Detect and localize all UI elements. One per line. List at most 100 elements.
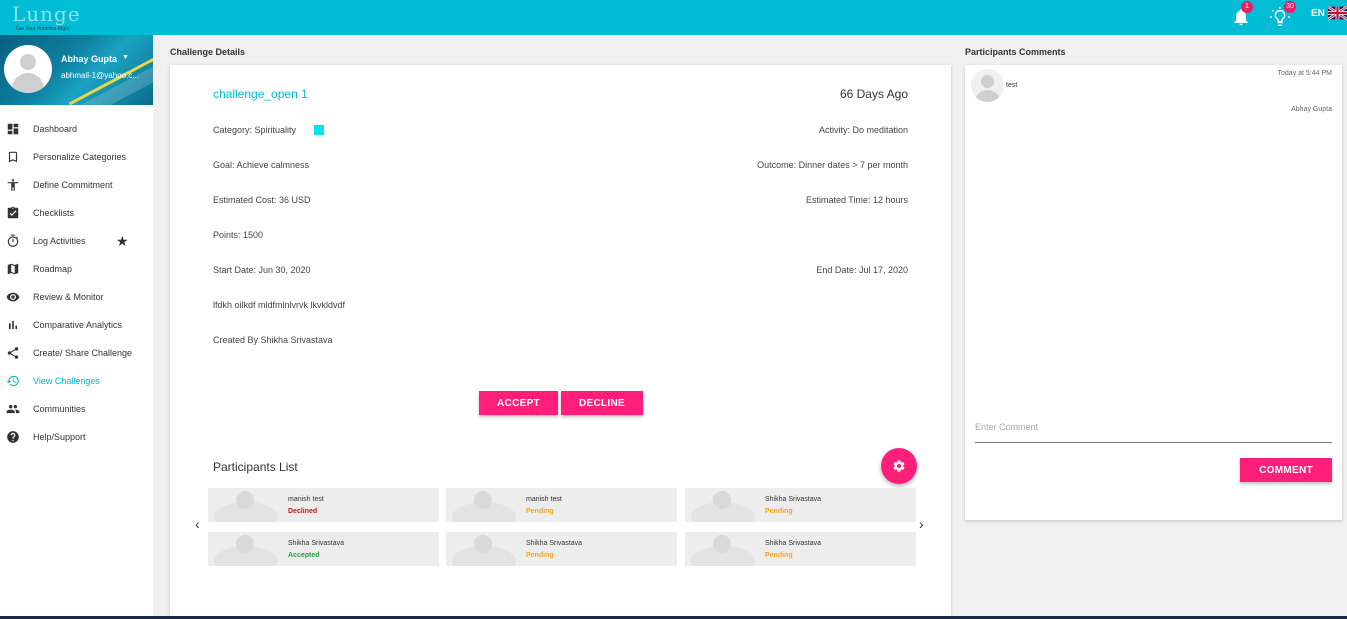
sidebar: Abhay Gupta ▼ abhmail-1@yahoo.c... Dashb…: [0, 35, 153, 619]
user-name[interactable]: Abhay Gupta: [61, 54, 117, 64]
sidebar-item-roadmap[interactable]: Roadmap: [0, 259, 153, 281]
sidebar-item-personalize-categories[interactable]: Personalize Categories: [0, 147, 153, 169]
sidebar-item-help-support[interactable]: Help/Support: [0, 427, 153, 449]
clipboard-check-icon: [7, 206, 19, 219]
participants-comments-heading: Participants Comments: [965, 47, 1066, 57]
participant-card[interactable]: Shikha Srivastava Accepted: [208, 532, 439, 566]
sidebar-item-comparative-analytics[interactable]: Comparative Analytics: [0, 315, 153, 337]
challenge-title[interactable]: challenge_open 1: [213, 87, 308, 101]
avatar-body: [12, 73, 44, 93]
participants-next-arrow-icon[interactable]: ›: [919, 516, 924, 532]
avatar[interactable]: [4, 45, 52, 93]
participant-card[interactable]: manish test Declined: [208, 488, 439, 522]
participant-avatar: [208, 532, 284, 566]
gear-icon: [893, 460, 905, 472]
sidebar-item-communities[interactable]: Communities: [0, 399, 153, 421]
participant-status: Pending: [765, 552, 793, 559]
participant-avatar: [685, 532, 761, 566]
sidebar-item-create-share-challenge[interactable]: Create/ Share Challenge: [0, 343, 153, 365]
participant-name: Shikha Srivastava: [765, 496, 822, 503]
avatar-head: [20, 54, 36, 70]
participant-status: Pending: [526, 508, 554, 515]
challenge-description: lfdkh oilkdf mldfmlnlvrvk lkvkldvdf: [213, 300, 346, 310]
participants-prev-arrow-icon[interactable]: ‹: [195, 516, 200, 532]
sidebar-item-label: Help/Support: [33, 432, 86, 442]
dashboard-icon: [7, 123, 19, 135]
bookmark-icon: [8, 151, 18, 163]
challenge-estimated-time: Estimated Time: 12 hours: [805, 195, 908, 205]
participant-avatar: [685, 488, 761, 522]
language-selector[interactable]: EN: [1311, 8, 1325, 19]
notifications-badge: 1: [1241, 1, 1253, 13]
app-logo[interactable]: Lunge Get Your Priorities Right: [10, 2, 120, 32]
decline-button[interactable]: DECLINE: [561, 391, 643, 415]
sidebar-item-label: View Challenges: [33, 376, 100, 386]
ideas-badge: 30: [1284, 1, 1296, 13]
ideas-button[interactable]: 30: [1268, 1, 1296, 30]
user-menu-caret-icon[interactable]: ▼: [122, 54, 129, 61]
uk-flag-icon[interactable]: [1328, 6, 1347, 20]
participant-status: Declined: [288, 508, 318, 515]
sidebar-item-review-monitor[interactable]: Review & Monitor: [0, 287, 153, 309]
participant-card[interactable]: Shikha Srivastava Pending: [685, 532, 916, 566]
participant-status: Pending: [526, 552, 554, 559]
participant-status: Accepted: [288, 552, 320, 559]
challenge-details-card: challenge_open 1 66 Days Ago Category: S…: [170, 65, 951, 619]
challenge-category: Category: Spirituality: [213, 125, 297, 135]
timer-icon: [7, 234, 19, 247]
sidebar-item-view-challenges[interactable]: View Challenges: [0, 371, 153, 393]
participant-card[interactable]: manish test Pending: [446, 488, 677, 522]
sidebar-item-label: Log Activities: [33, 236, 86, 246]
comment-input[interactable]: [975, 411, 1332, 443]
user-email: abhmail-1@yahoo.c...: [61, 71, 139, 80]
notifications-button[interactable]: 1: [1230, 1, 1256, 30]
comment-submit-button[interactable]: COMMENT: [1240, 458, 1332, 482]
sidebar-item-label: Review & Monitor: [33, 292, 104, 302]
participant-card[interactable]: Shikha Srivastava Pending: [446, 532, 677, 566]
sidebar-item-checklists[interactable]: Checklists: [0, 203, 153, 225]
map-icon: [7, 263, 19, 275]
sidebar-item-dashboard[interactable]: Dashboard: [0, 119, 153, 141]
challenge-estimated-cost: Estimated Cost: 36 USD: [213, 195, 311, 205]
person-icon: [7, 179, 19, 191]
accept-button[interactable]: ACCEPT: [479, 391, 558, 415]
participant-name: manish test: [288, 496, 324, 503]
challenge-end-date: End Date: Jul 17, 2020: [816, 265, 908, 275]
challenge-start-date: Start Date: Jun 30, 2020: [213, 265, 311, 275]
participants-settings-button[interactable]: [881, 448, 917, 484]
profile-header: Abhay Gupta ▼ abhmail-1@yahoo.c...: [0, 35, 153, 105]
sidebar-item-label: Create/ Share Challenge: [33, 348, 133, 358]
star-icon[interactable]: ★: [116, 233, 129, 250]
comment-author: Abhay Gupta: [1291, 106, 1332, 113]
sidebar-item-label: Comparative Analytics: [33, 320, 123, 330]
share-icon: [7, 347, 19, 359]
participant-name: Shikha Srivastava: [765, 540, 822, 547]
comment-avatar: [971, 69, 1004, 102]
participant-card[interactable]: Shikha Srivastava Pending: [685, 488, 916, 522]
bar-chart-icon: [8, 320, 18, 330]
challenge-goal: Goal: Achieve calmness: [213, 160, 310, 170]
participants-comments-card: test Today at 5:44 PM Abhay Gupta COMMEN…: [965, 65, 1342, 520]
participant-status: Pending: [765, 508, 793, 515]
people-icon: [6, 404, 20, 414]
sidebar-item-define-commitment[interactable]: Define Commitment: [0, 175, 153, 197]
sidebar-item-log-activities[interactable]: Log Activities ★: [0, 231, 153, 253]
challenge-activity: Activity: Do meditation: [818, 125, 908, 135]
comment-text: test: [1006, 82, 1018, 89]
category-color-swatch: [314, 125, 324, 135]
sidebar-item-label: Define Commitment: [33, 180, 113, 190]
sidebar-item-label: Dashboard: [33, 124, 78, 134]
participants-list-heading: Participants List: [213, 460, 298, 474]
challenge-age: 66 Days Ago: [839, 87, 908, 101]
logo-tagline: Get Your Priorities Right: [16, 26, 70, 32]
participant-avatar: [446, 488, 522, 522]
sidebar-item-label: Communities: [33, 404, 86, 414]
help-icon: [7, 431, 19, 443]
sidebar-item-label: Personalize Categories: [33, 152, 127, 162]
comment-timestamp: Today at 5:44 PM: [1277, 70, 1332, 77]
sidebar-item-label: Roadmap: [33, 264, 73, 274]
challenge-details-heading: Challenge Details: [170, 47, 246, 57]
challenge-created-by: Created By Shikha Srivastava: [213, 335, 333, 345]
challenge-points: Points: 1500: [213, 230, 264, 240]
challenge-outcome: Outcome: Dinner dates > 7 per month: [757, 160, 908, 170]
